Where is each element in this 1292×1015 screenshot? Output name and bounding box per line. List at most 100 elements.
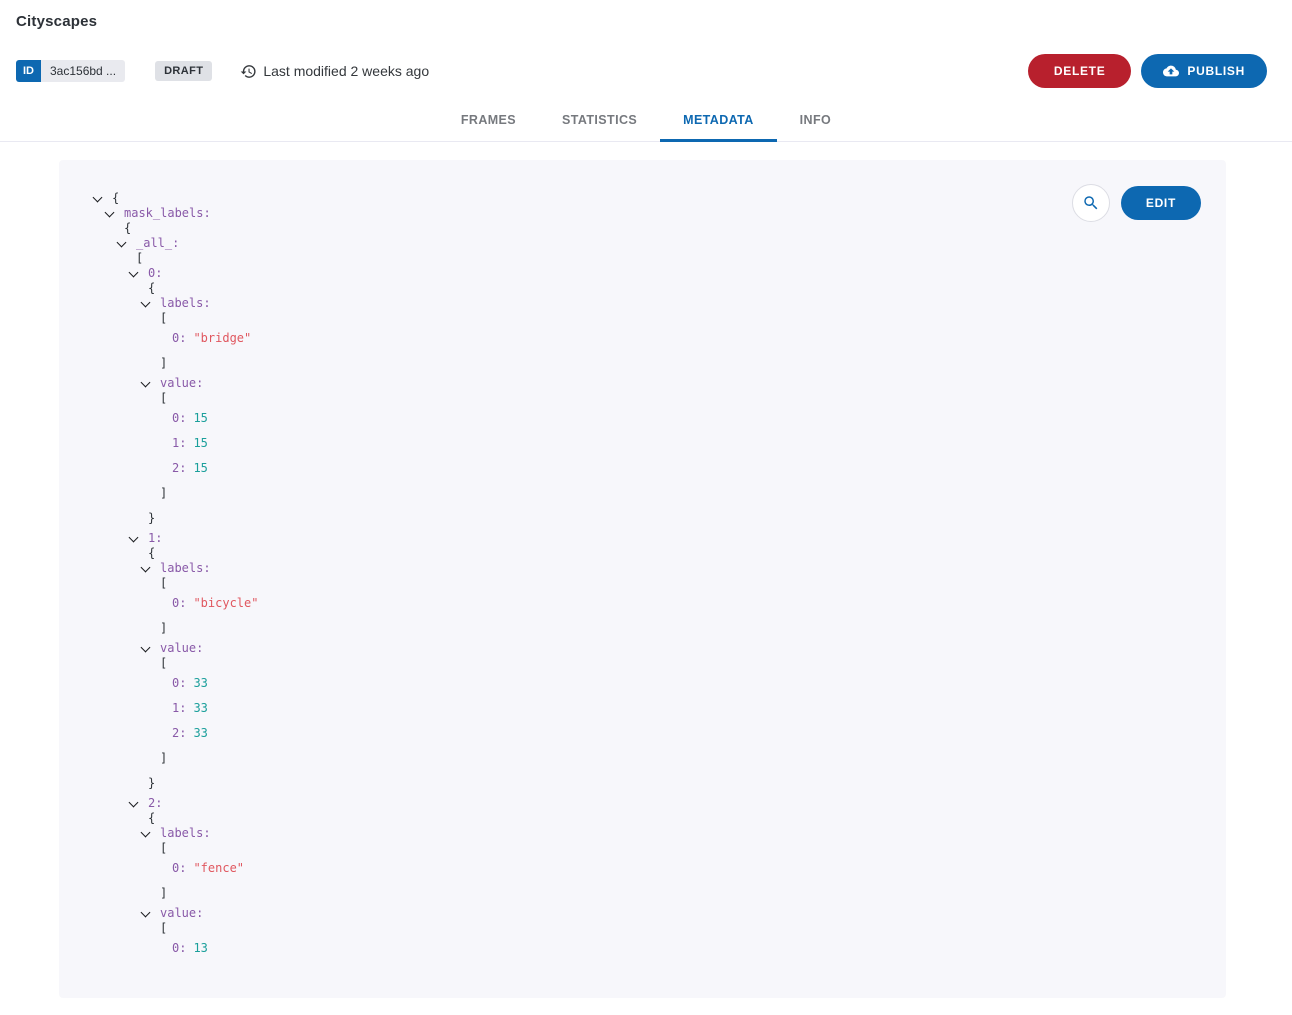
json-string-value: "fence"	[193, 861, 244, 876]
json-tree-row: }	[93, 511, 1086, 526]
collapse-chevron-icon[interactable]	[129, 537, 148, 541]
json-tree: {mask_labels:{_all_:[0:{labels:[0:"bridg…	[93, 191, 1086, 961]
json-tree-row: 2:	[93, 796, 1086, 811]
publish-button[interactable]: PUBLISH	[1141, 54, 1267, 88]
json-tree-row: 0:33	[93, 676, 1086, 691]
dataset-id-badge[interactable]: ID 3ac156bd ...	[16, 60, 125, 82]
json-tree-row: [	[93, 311, 1086, 326]
history-icon	[240, 63, 257, 80]
json-bracket: ]	[160, 356, 167, 371]
json-key: 2:	[172, 726, 186, 741]
json-tree-row: ]	[93, 886, 1086, 901]
json-tree-row: [	[93, 841, 1086, 856]
json-key: 2:	[148, 796, 162, 811]
tab-statistics[interactable]: STATISTICS	[539, 99, 660, 141]
collapse-chevron-icon[interactable]	[93, 197, 112, 201]
json-tree-row: value:	[93, 641, 1086, 656]
search-button[interactable]	[1072, 184, 1110, 222]
json-tree-row: 0: 15	[93, 411, 1086, 426]
json-bracket: {	[148, 281, 155, 296]
json-tree-row: 0:	[93, 266, 1086, 281]
publish-button-label: PUBLISH	[1187, 64, 1245, 78]
collapse-chevron-icon[interactable]	[117, 242, 136, 246]
tab-frames[interactable]: FRAMES	[438, 99, 539, 141]
json-key: 1:	[172, 701, 186, 716]
json-key: 1:	[148, 531, 162, 546]
json-tree-row: 1:	[93, 531, 1086, 546]
json-bracket: {	[148, 546, 155, 561]
json-tree-row: 0: "fence"	[93, 861, 1086, 876]
json-tree-row: mask_labels:	[93, 206, 1086, 221]
tabs-bar: FRAMESSTATISTICSMETADATAINFO	[0, 99, 1292, 142]
json-tree-row: {	[93, 281, 1086, 296]
json-tree-row: }	[93, 776, 1086, 791]
json-key: 0:	[148, 266, 162, 281]
tab-metadata[interactable]: METADATA	[660, 99, 777, 141]
json-bracket: {	[124, 221, 131, 236]
json-tree-row: labels:	[93, 296, 1086, 311]
tab-info[interactable]: INFO	[777, 99, 854, 141]
json-bracket: }	[148, 776, 155, 791]
json-tree-row: [	[93, 921, 1086, 936]
json-tree-row: 0: 13	[93, 941, 1086, 956]
json-tree-row: 1:15	[93, 436, 1086, 451]
cloud-upload-icon	[1163, 63, 1179, 79]
search-icon	[1082, 194, 1100, 212]
id-badge-value: 3ac156bd ...	[41, 60, 125, 82]
collapse-chevron-icon[interactable]	[141, 382, 160, 386]
json-bracket: ]	[160, 621, 167, 636]
collapse-chevron-icon[interactable]	[141, 302, 160, 306]
json-bracket: }	[148, 511, 155, 526]
json-tree-row: ]	[93, 356, 1086, 371]
edit-button[interactable]: EDIT	[1121, 186, 1201, 220]
json-key: mask_labels:	[124, 206, 211, 221]
page-title: Cityscapes	[16, 13, 97, 30]
json-number-value: 15	[193, 411, 207, 426]
json-tree-row: _all_:	[93, 236, 1086, 251]
json-key: value:	[160, 906, 203, 921]
json-key: 0:	[172, 411, 186, 426]
json-key: 0:	[172, 596, 186, 611]
json-tree-row: [	[93, 576, 1086, 591]
json-tree-row: value:	[93, 376, 1086, 391]
json-bracket: [	[160, 311, 167, 326]
metadata-panel: {mask_labels:{_all_:[0:{labels:[0:"bridg…	[59, 160, 1226, 998]
delete-button[interactable]: DELETE	[1028, 54, 1132, 88]
json-string-value: "bicycle"	[193, 596, 258, 611]
json-number-value: 13	[193, 941, 207, 956]
status-badge: DRAFT	[155, 61, 212, 81]
json-key: 0:	[172, 861, 186, 876]
id-badge-label: ID	[16, 60, 41, 82]
json-number-value: 15	[193, 436, 207, 451]
meta-action-bar: ID 3ac156bd ... DRAFT Last modified 2 we…	[16, 54, 1267, 88]
json-key: labels:	[160, 296, 211, 311]
json-bracket: {	[112, 191, 119, 206]
json-bracket: [	[160, 576, 167, 591]
collapse-chevron-icon[interactable]	[129, 802, 148, 806]
json-tree-row: ]	[93, 486, 1086, 501]
collapse-chevron-icon[interactable]	[141, 912, 160, 916]
json-bracket: [	[160, 921, 167, 936]
collapse-chevron-icon[interactable]	[129, 272, 148, 276]
json-bracket: [	[160, 841, 167, 856]
collapse-chevron-icon[interactable]	[105, 212, 124, 216]
collapse-chevron-icon[interactable]	[141, 647, 160, 651]
json-tree-row: 1: 33	[93, 701, 1086, 716]
json-bracket: [	[136, 251, 143, 266]
collapse-chevron-icon[interactable]	[141, 567, 160, 571]
json-key: value:	[160, 641, 203, 656]
json-number-value: 33	[193, 726, 207, 741]
panel-toolbar: EDIT	[1072, 184, 1201, 222]
last-modified: Last modified 2 weeks ago	[240, 63, 429, 80]
json-key: value:	[160, 376, 203, 391]
last-modified-text: Last modified 2 weeks ago	[263, 63, 429, 79]
json-key: 0:	[172, 941, 186, 956]
json-number-value: 33	[193, 701, 207, 716]
json-key: 2:	[172, 461, 186, 476]
json-tree-row: value:	[93, 906, 1086, 921]
json-tree-row: 2: 33	[93, 726, 1086, 741]
json-bracket: ]	[160, 886, 167, 901]
json-bracket: ]	[160, 751, 167, 766]
collapse-chevron-icon[interactable]	[141, 832, 160, 836]
json-tree-row: {	[93, 221, 1086, 236]
